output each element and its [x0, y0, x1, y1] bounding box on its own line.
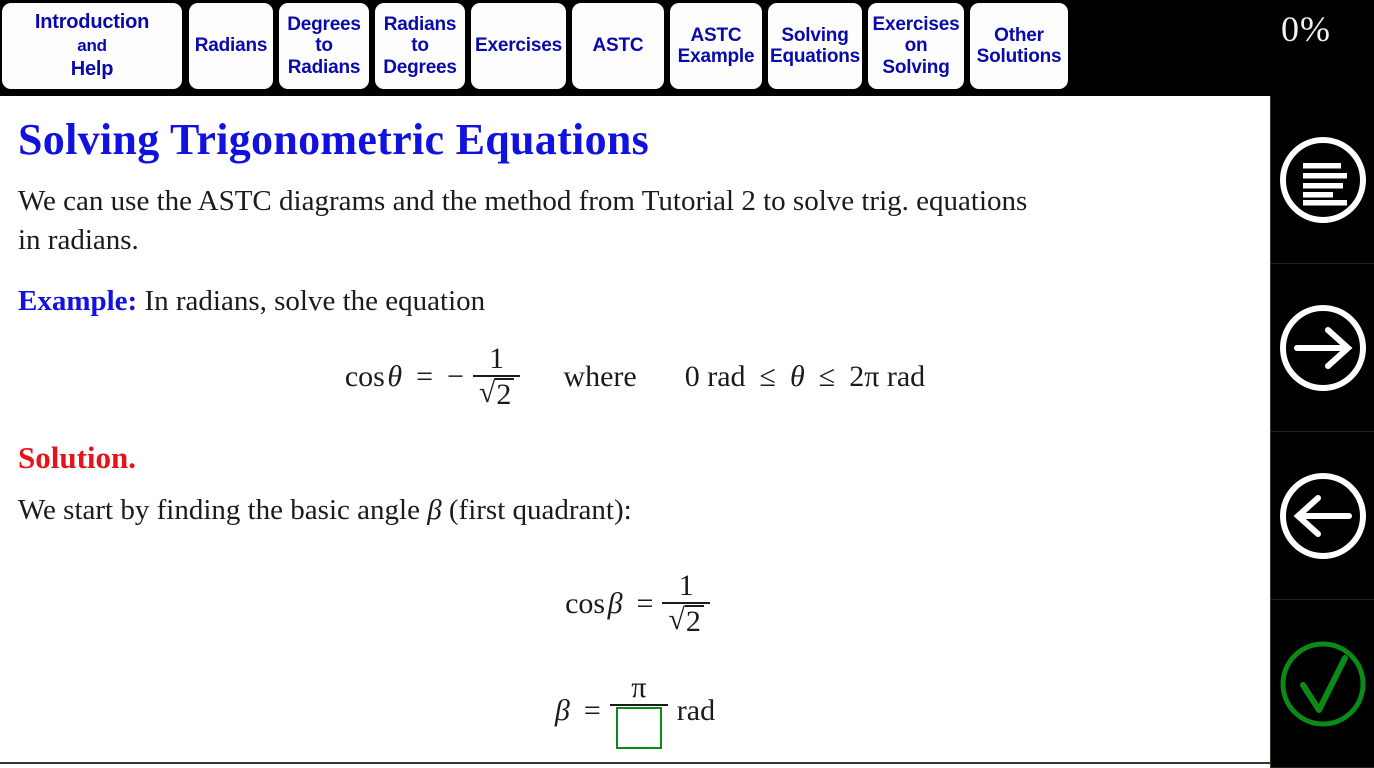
- tab-label: Exercises: [475, 35, 562, 57]
- tab-degrees-to-radians[interactable]: Degrees to Radians: [279, 3, 369, 89]
- solution-paragraph: We start by finding the basic angle β (f…: [0, 475, 1056, 530]
- sidebar-item-next[interactable]: [1271, 264, 1374, 432]
- sidebar-item-menu[interactable]: [1271, 96, 1374, 264]
- tab-label: Solving Equations: [769, 24, 861, 67]
- eq2-fraction: 1 √ 2: [662, 569, 710, 638]
- eq3-denominator: [610, 706, 668, 750]
- tab-exercises[interactable]: Exercises: [471, 3, 566, 89]
- tab-label: Introduction and Help: [34, 10, 150, 80]
- tab-astc[interactable]: ASTC: [572, 3, 664, 89]
- arrow-right-icon: [1275, 300, 1371, 396]
- eq3-fraction: π: [609, 671, 668, 750]
- menu-lines-icon: [1275, 132, 1371, 228]
- eq1-relation-1: ≤: [759, 360, 776, 393]
- eq3-numerator: π: [631, 671, 647, 704]
- eq2-lhs: cos β: [565, 587, 623, 620]
- eq1-numerator: 1: [489, 342, 505, 375]
- eq2-numerator: 1: [678, 569, 694, 602]
- tab-other-solutions[interactable]: Other Solutions: [970, 3, 1068, 89]
- tab-label: Degrees to Radians: [287, 13, 361, 78]
- eq3-unit: rad: [676, 694, 716, 727]
- content-inner: Solving Trigonometric Equations We can u…: [0, 96, 1270, 768]
- arrow-left-icon: [1275, 468, 1371, 564]
- tab-label: Other Solutions: [976, 24, 1062, 67]
- tab-label: ASTC: [592, 35, 644, 57]
- content-page: Solving Trigonometric Equations We can u…: [0, 96, 1270, 768]
- tab-label: ASTC Example: [677, 24, 755, 67]
- radical-icon: √: [478, 376, 496, 409]
- tab-astc-example[interactable]: ASTC Example: [670, 3, 762, 89]
- check-mark-icon: [1275, 636, 1371, 732]
- eq3-relation: =: [583, 694, 601, 727]
- eq2-relation: =: [636, 587, 654, 620]
- eq3-lhs-variable: β: [554, 694, 570, 727]
- navigation-tab-bar: Introduction and Help Radians Degrees to R…: [0, 0, 1374, 96]
- example-paragraph: Example: In radians, solve the equation: [0, 260, 1056, 321]
- application-window: Introduction and Help Radians Degrees to R…: [0, 0, 1374, 768]
- solution-variable: β: [427, 494, 442, 526]
- radical-icon: √: [668, 603, 685, 636]
- tab-label: Radians: [194, 35, 268, 57]
- eq1-upper-bound: 2π rad: [849, 360, 926, 393]
- eq1-fraction: 1 √ 2: [472, 342, 521, 411]
- tab-solving-equations[interactable]: Solving Equations: [768, 3, 862, 89]
- solution-text-after: (first quadrant):: [448, 494, 632, 526]
- eq1-condition-variable: θ: [789, 360, 805, 393]
- equation-display-1: cos θ = − 1 √ 2 where 0 rad ≤ θ ≤ 2π rad: [0, 343, 1270, 411]
- eq1-sign: −: [447, 360, 464, 393]
- eq1-relation: =: [416, 360, 434, 393]
- eq1-lower-bound: 0 rad: [684, 360, 746, 393]
- denominator-answer-input[interactable]: [615, 707, 662, 749]
- tab-radians-to-degrees[interactable]: Radians to Degrees: [375, 3, 465, 89]
- page-title: Solving Trigonometric Equations: [18, 115, 650, 164]
- sidebar-item-check-answer[interactable]: [1271, 600, 1374, 768]
- solution-text-before: We start by finding the basic angle: [18, 494, 420, 526]
- example-text: In radians, solve the equation: [144, 285, 486, 317]
- tab-label: Radians to Degrees: [383, 13, 457, 78]
- tab-radians[interactable]: Radians: [189, 3, 273, 89]
- tab-label: Exercises on Solving: [872, 13, 960, 78]
- intro-paragraph: We can use the ASTC diagrams and the met…: [18, 185, 1028, 256]
- tab-exercises-on-solving[interactable]: Exercises on Solving: [868, 3, 964, 89]
- progress-percentage: 0%: [1281, 9, 1331, 49]
- solution-heading: Solution.: [18, 440, 137, 475]
- tab-introduction-and-help[interactable]: Introduction and Help: [2, 3, 182, 89]
- equation-display-2: cos β = 1 √ 2: [0, 570, 1270, 638]
- example-keyword: Example:: [18, 285, 138, 317]
- eq1-lhs: cos θ: [344, 360, 403, 393]
- eq1-condition-word: where: [563, 360, 637, 393]
- right-sidebar: [1270, 96, 1374, 768]
- eq1-relation-2: ≤: [818, 360, 836, 393]
- equation-display-3: β = π rad: [0, 672, 1270, 750]
- page-bottom-rule: [0, 762, 1270, 764]
- eq2-denominator: √ 2: [662, 604, 709, 638]
- sidebar-item-previous[interactable]: [1271, 432, 1374, 600]
- eq1-denominator: √ 2: [473, 377, 520, 411]
